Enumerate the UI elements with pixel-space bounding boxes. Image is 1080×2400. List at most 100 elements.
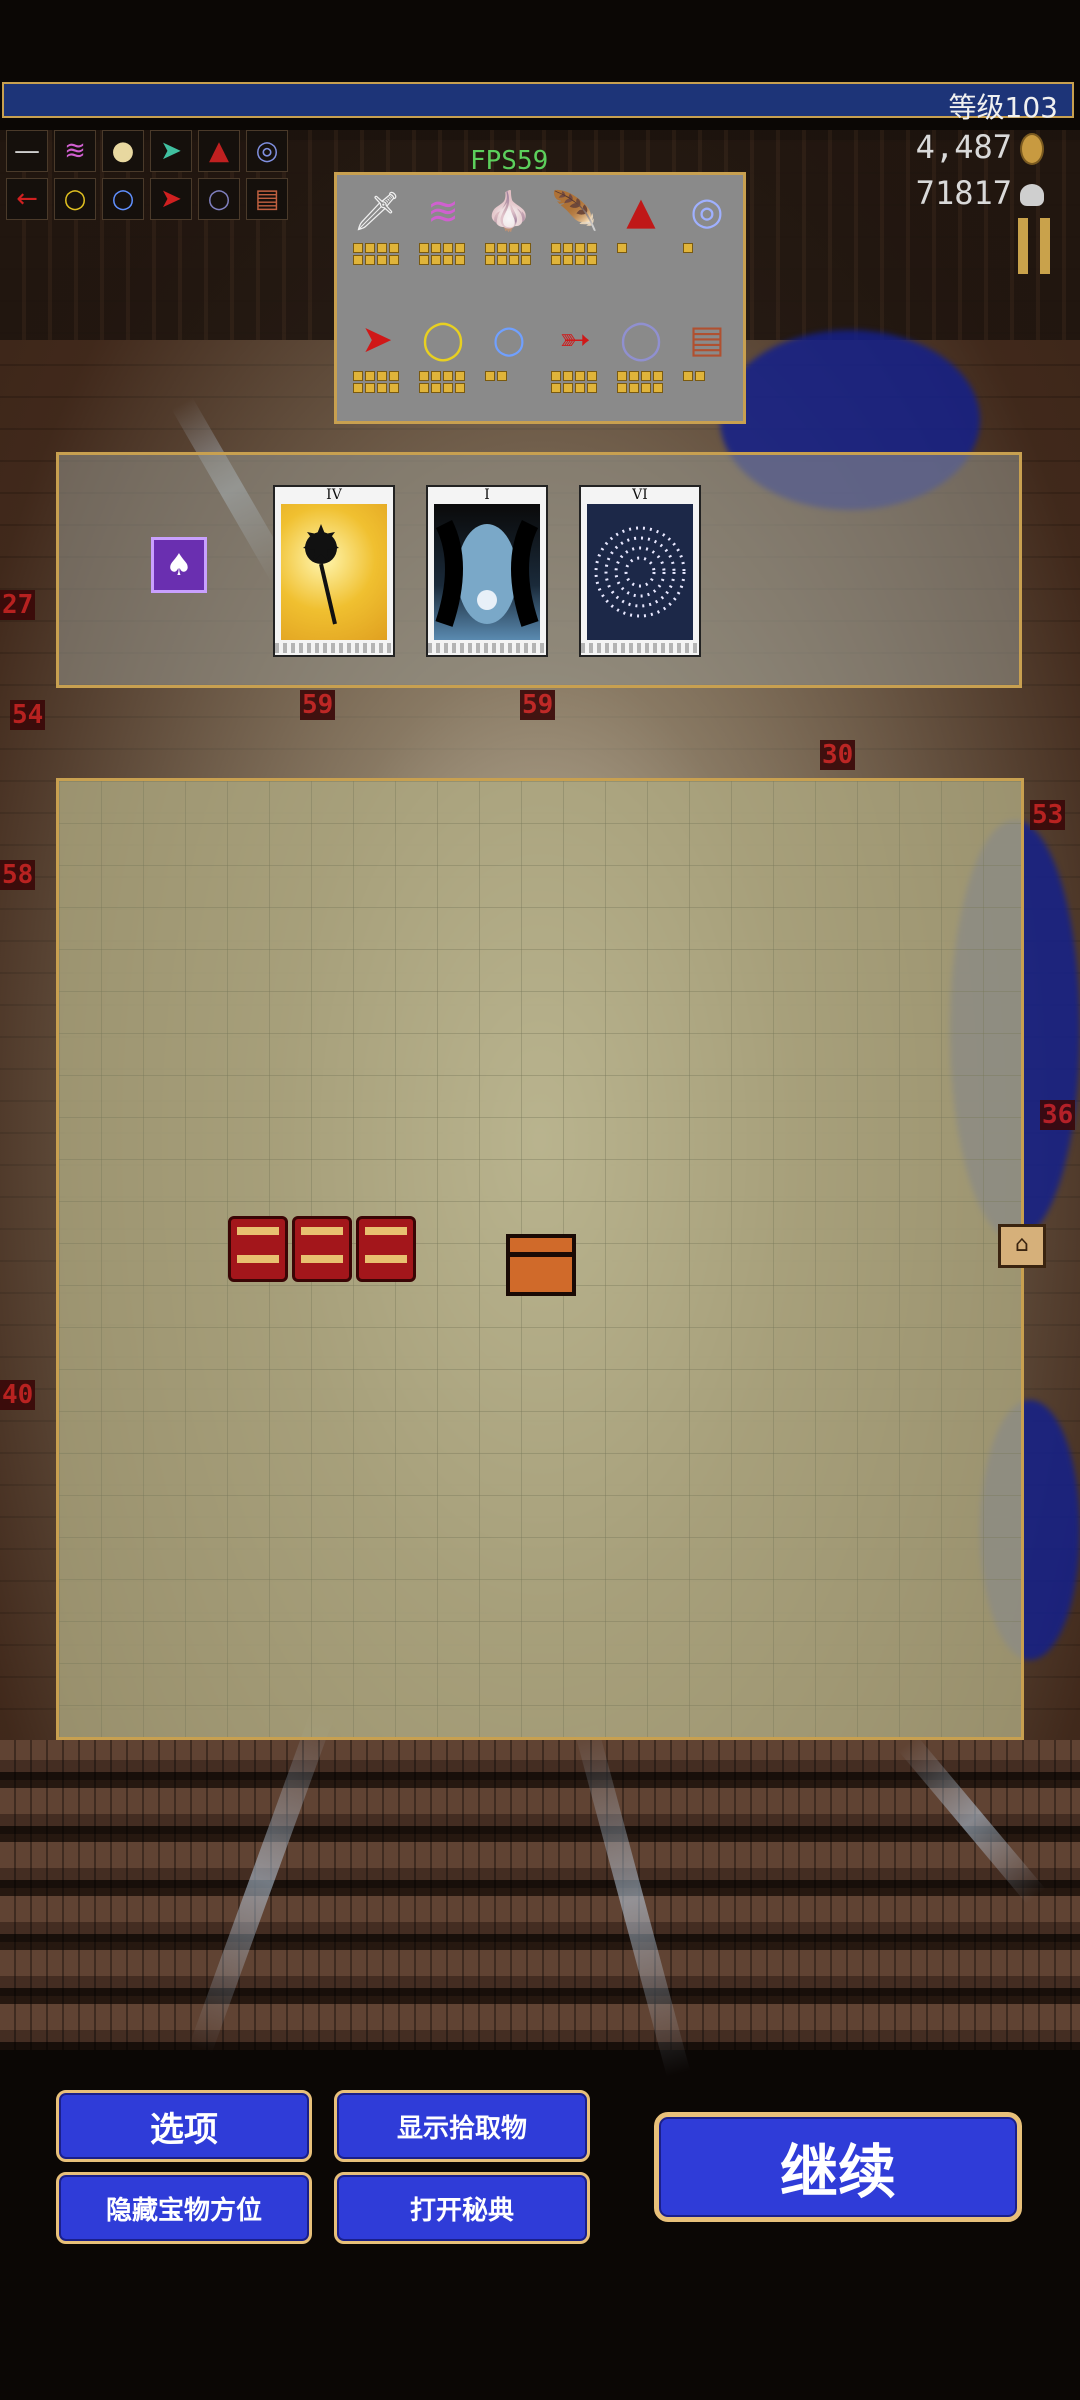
damage-number: 36 (1040, 1100, 1076, 1130)
level-pip (485, 243, 495, 253)
damage-number: 59 (300, 690, 336, 720)
card-numeral: I (484, 487, 490, 503)
wing-icon: ➤ (150, 130, 192, 172)
bookshelf-bottom-background (0, 1740, 1080, 2050)
item-level-pips (485, 371, 531, 381)
damage-number: 54 (10, 700, 46, 730)
damage-number: 27 (0, 590, 36, 620)
level-pip (683, 371, 693, 381)
level-pip (443, 243, 453, 253)
card-numeral: VI (632, 487, 648, 503)
level-pip (575, 255, 585, 265)
arcana-card[interactable]: I (426, 485, 548, 657)
open-grimoire-button[interactable]: 打开秘典 (334, 2172, 590, 2244)
level-pip (419, 371, 429, 381)
level-pip (377, 383, 387, 393)
orb-icon: ◎ (246, 130, 288, 172)
card-art-twins-icon (434, 504, 540, 640)
level-pip (551, 243, 561, 253)
level-pip (629, 383, 639, 393)
damage-number: 53 (1030, 800, 1066, 830)
level-pip (353, 371, 363, 381)
options-button[interactable]: 选项 (56, 2090, 312, 2162)
red-arrow-icon: ← (6, 178, 48, 220)
grimoire-book-icon (292, 1216, 352, 1282)
level-pip (617, 383, 627, 393)
level-pip (587, 255, 597, 265)
pause-icon (1040, 218, 1050, 274)
level-pip (485, 255, 495, 265)
level-pip (497, 243, 507, 253)
pause-button[interactable] (1018, 218, 1052, 274)
level-pip (419, 243, 429, 253)
level-pip (365, 371, 375, 381)
knife-icon: 🗡 (352, 188, 402, 233)
red-cloak-icon: ▲ (198, 130, 240, 172)
level-pip (509, 255, 519, 265)
level-pip (587, 371, 597, 381)
card-numeral: IV (326, 487, 342, 503)
level-pip (563, 255, 573, 265)
hide-treasure-button[interactable]: 隐藏宝物方位 (56, 2172, 312, 2244)
arcana-card[interactable]: VI (579, 485, 701, 657)
level-pip (497, 371, 507, 381)
kill-value: 71817 (915, 174, 1012, 212)
level-pip (551, 371, 561, 381)
level-pip (353, 243, 363, 253)
grimoire-book-icon (228, 1216, 288, 1282)
item-level-pips (353, 371, 399, 393)
red-spear-icon: ➤ (150, 178, 192, 220)
silver-ring-icon: ○ (198, 178, 240, 220)
arcana-panel: ♠ IV I VI (56, 452, 1022, 688)
item-level-pips (617, 243, 663, 253)
item-level-pips (683, 243, 729, 253)
level-pip (389, 243, 399, 253)
blue-ring-icon: ○ (102, 178, 144, 220)
arcana-spade-icon: ♠ (151, 537, 207, 593)
show-pickups-button[interactable]: 显示拾取物 (334, 2090, 590, 2162)
level-pip (455, 243, 465, 253)
card-footer (428, 643, 546, 653)
level-pip (353, 255, 363, 265)
level-pip (377, 371, 387, 381)
knife-icon: — (6, 130, 48, 172)
damage-number: 40 (0, 1380, 36, 1410)
card-footer (581, 643, 699, 653)
continue-button[interactable]: 继续 (654, 2112, 1022, 2222)
level-pip (377, 255, 387, 265)
level-pip (617, 243, 627, 253)
level-pip (551, 255, 561, 265)
level-pip (431, 243, 441, 253)
level-pip (695, 371, 705, 381)
pause-icon (1018, 218, 1028, 274)
level-pip (521, 243, 531, 253)
claw-icon: ≋ (54, 130, 96, 172)
level-pip (365, 243, 375, 253)
level-pip (443, 371, 453, 381)
level-pip (521, 255, 531, 265)
level-pip (365, 383, 375, 393)
card-art-spiral-icon (587, 504, 693, 640)
level-pip (365, 255, 375, 265)
equipment-panel: 🗡 ≋ 🧄 🪶 ▲ ◎ ➤ ◯ ○ ➳ ◯ ▤ (334, 172, 746, 424)
level-pip (389, 383, 399, 393)
treasure-chest-icon (506, 1234, 576, 1296)
level-pip (575, 243, 585, 253)
card-footer (275, 643, 393, 653)
item-level-pips (683, 371, 729, 381)
level-pip (455, 371, 465, 381)
card-art-mace-icon (281, 504, 387, 640)
item-level-pips (419, 243, 465, 265)
arcana-card[interactable]: IV (273, 485, 395, 657)
garlic-icon: ● (102, 130, 144, 172)
gold-ring-icon: ○ (54, 178, 96, 220)
map-edge-marker-icon: ⌂ (998, 1224, 1046, 1268)
level-pip (587, 383, 597, 393)
red-spear-icon: ➳ (559, 317, 591, 361)
item-level-pips (419, 371, 465, 393)
level-pip (641, 371, 651, 381)
level-pip (563, 243, 573, 253)
damage-number: 58 (0, 860, 36, 890)
coin-icon (1020, 133, 1044, 165)
claw-icon: ≋ (427, 189, 459, 233)
